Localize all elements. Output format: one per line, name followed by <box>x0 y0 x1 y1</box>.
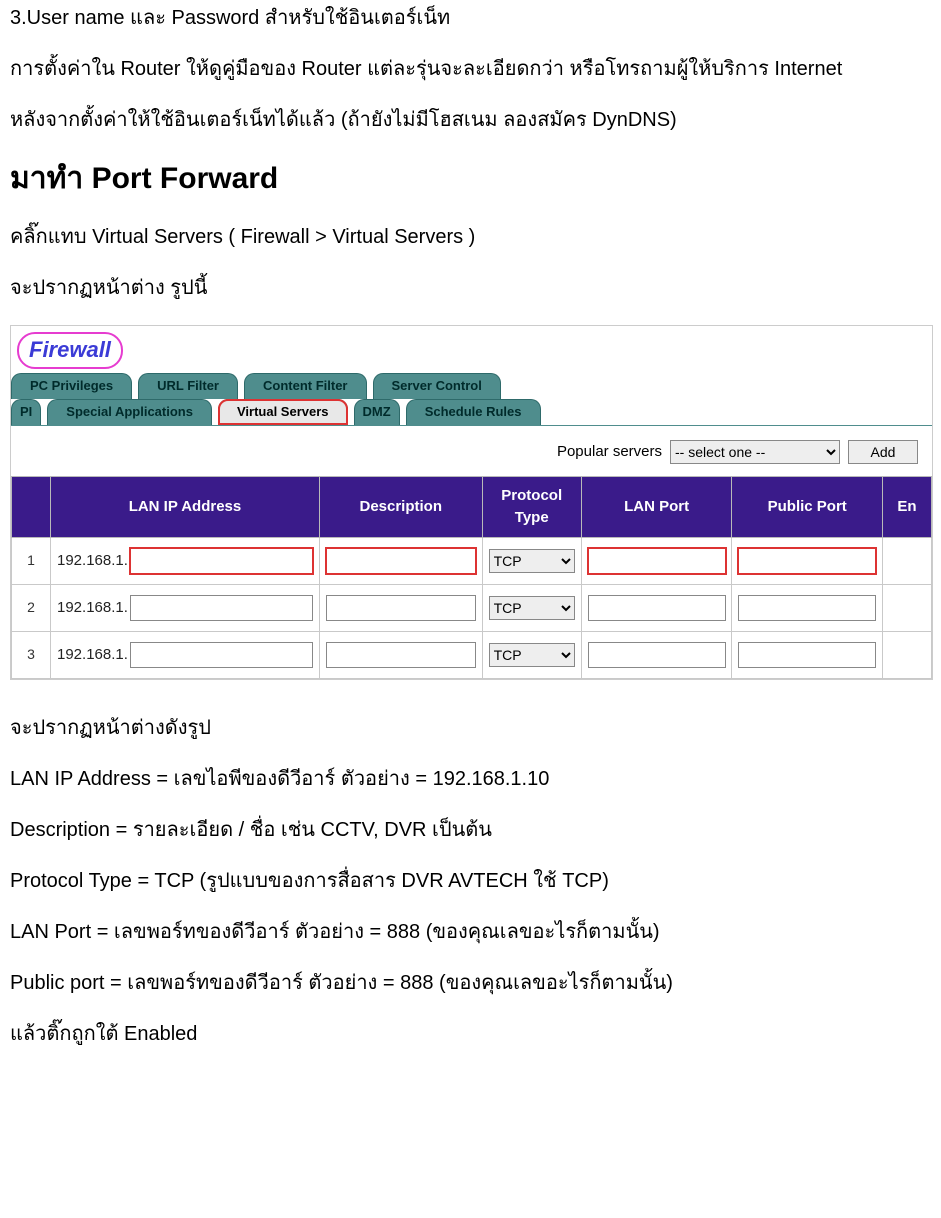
intro-line-1: 3.User name และ Password สำหรับใช้อินเตอ… <box>10 4 931 33</box>
tab-content-filter[interactable]: Content Filter <box>244 373 367 399</box>
lan-ip-suffix-input[interactable] <box>130 548 313 574</box>
outro-line-1: จะปรากฏหน้าต่างดังรูป <box>10 714 931 743</box>
outro-line-2: LAN IP Address = เลขไอพีของดีวีอาร์ ตัวอ… <box>10 765 931 794</box>
col-description: Description <box>319 477 482 538</box>
popular-servers-toolbar: Popular servers -- select one -- Add <box>11 426 932 476</box>
outro-line-5: LAN Port = เลขพอร์ทของดีวีอาร์ ตัวอย่าง … <box>10 918 931 947</box>
instruction-click-tab: คลิ๊กแทบ Virtual Servers ( Firewall > Vi… <box>10 223 931 252</box>
col-lan-port: LAN Port <box>581 477 732 538</box>
outro-line-3: Description = รายละเอียด / ชื่อ เช่น CCT… <box>10 816 931 845</box>
tab-server-control[interactable]: Server Control <box>373 373 501 399</box>
table-row: 3 192.168.1. TCP <box>12 631 932 678</box>
tabs-row-1: PC Privileges URL Filter Content Filter … <box>11 373 932 399</box>
public-port-input[interactable] <box>738 595 876 621</box>
outro-line-6: Public port = เลขพอร์ทของดีวีอาร์ ตัวอย่… <box>10 969 931 998</box>
col-public-port: Public Port <box>732 477 883 538</box>
lan-ip-suffix-input[interactable] <box>130 642 313 668</box>
col-protocol-type: Protocol Type <box>482 477 581 538</box>
row-number: 2 <box>12 584 51 631</box>
enabled-cell <box>883 537 932 584</box>
description-input[interactable] <box>326 548 476 574</box>
tab-url-filter[interactable]: URL Filter <box>138 373 238 399</box>
enabled-cell <box>883 584 932 631</box>
lan-port-input[interactable] <box>588 642 726 668</box>
table-row: 2 192.168.1. TCP <box>12 584 932 631</box>
tab-virtual-servers[interactable]: Virtual Servers <box>218 399 348 425</box>
lan-port-input[interactable] <box>588 548 726 574</box>
protocol-type-select[interactable]: TCP <box>489 549 575 573</box>
row-number: 3 <box>12 631 51 678</box>
add-button[interactable]: Add <box>848 440 918 464</box>
tab-special-applications[interactable]: Special Applications <box>47 399 212 425</box>
tab-schedule-rules[interactable]: Schedule Rules <box>406 399 541 425</box>
virtual-servers-table: LAN IP Address Description Protocol Type… <box>11 476 932 679</box>
lan-ip-prefix: 192.168.1. <box>57 644 128 666</box>
outro-line-7: แล้วติ๊กถูกใต้ Enabled <box>10 1020 931 1049</box>
intro-line-3: หลังจากตั้งค่าให้ใช้อินเตอร์เน็ทได้แล้ว … <box>10 106 931 135</box>
lan-ip-prefix: 192.168.1. <box>57 597 128 619</box>
lan-ip-prefix: 192.168.1. <box>57 550 128 572</box>
table-row: 1 192.168.1. TCP <box>12 537 932 584</box>
intro-line-2: การตั้งค่าใน Router ให้ดูคู่มือของ Route… <box>10 55 931 84</box>
lan-ip-suffix-input[interactable] <box>130 595 313 621</box>
router-screenshot: Firewall PC Privileges URL Filter Conten… <box>10 325 933 680</box>
enabled-cell <box>883 631 932 678</box>
row-number: 1 <box>12 537 51 584</box>
section-heading-port-forward: มาทำ Port Forward <box>10 157 931 201</box>
description-input[interactable] <box>326 642 476 668</box>
tab-dmz[interactable]: DMZ <box>354 399 400 425</box>
outro-line-4: Protocol Type = TCP (รูปแบบของการสื่อสาร… <box>10 867 931 896</box>
protocol-type-select[interactable]: TCP <box>489 596 575 620</box>
instruction-appear: จะปรากฏหน้าต่าง รูปนี้ <box>10 274 931 303</box>
popular-servers-label: Popular servers <box>557 441 662 463</box>
tab-pc-privileges[interactable]: PC Privileges <box>11 373 132 399</box>
public-port-input[interactable] <box>738 642 876 668</box>
firewall-badge: Firewall <box>17 332 123 370</box>
tab-pi[interactable]: PI <box>11 399 41 425</box>
public-port-input[interactable] <box>738 548 876 574</box>
col-lan-ip: LAN IP Address <box>51 477 320 538</box>
tabs-row-2: PI Special Applications Virtual Servers … <box>11 399 932 425</box>
lan-port-input[interactable] <box>588 595 726 621</box>
description-input[interactable] <box>326 595 476 621</box>
popular-servers-select[interactable]: -- select one -- <box>670 440 840 464</box>
col-enabled: En <box>883 477 932 538</box>
protocol-type-select[interactable]: TCP <box>489 643 575 667</box>
